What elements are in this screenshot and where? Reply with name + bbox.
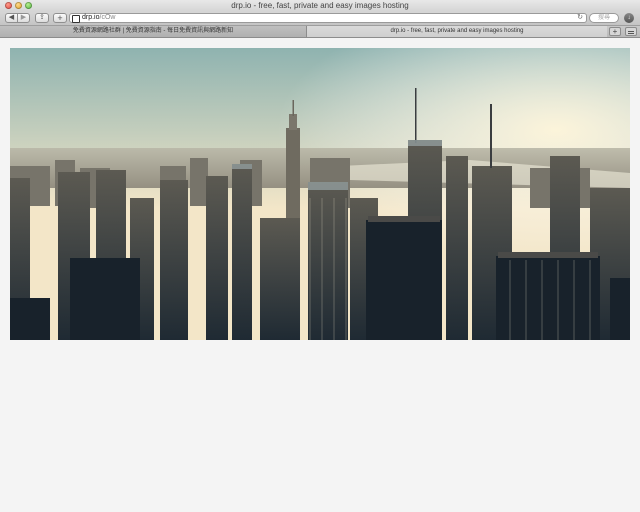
forward-button[interactable]: ▶ — [17, 13, 30, 23]
back-icon: ◀ — [8, 14, 15, 21]
tab-bar: 免費資源網路社群 | 免費資源指南 - 每日免費資訊與網路新知 drp.io -… — [0, 26, 640, 38]
url-host: drp.io — [82, 14, 100, 21]
url-path: /cOw — [99, 14, 116, 21]
page-content — [0, 38, 640, 512]
tab-freeresource[interactable]: 免費資源網路社群 | 免費資源指南 - 每日免費資訊與網路新知 — [0, 26, 307, 37]
add-tab-button[interactable]: + — [609, 27, 621, 36]
new-tab-button[interactable]: + — [53, 13, 67, 23]
share-icon: ⇪ — [39, 14, 45, 21]
share-button[interactable]: ⇪ — [35, 13, 49, 23]
url-text: drp.io/cOw — [82, 14, 115, 22]
address-bar[interactable]: drp.io/cOw ↻ — [69, 13, 587, 23]
browser-toolbar: ◀ ▶ ⇪ + drp.io/cOw ↻ 搜尋 ↓ — [0, 12, 640, 26]
tab-drpio[interactable]: drp.io - free, fast, private and easy im… — [307, 26, 607, 37]
reload-icon[interactable]: ↻ — [577, 14, 583, 22]
search-field[interactable]: 搜尋 — [589, 13, 619, 23]
city-skyline-photo[interactable] — [10, 48, 630, 340]
tab-overview-icon[interactable] — [625, 27, 637, 36]
window-titlebar: drp.io - free, fast, private and easy im… — [0, 0, 640, 12]
window-title: drp.io - free, fast, private and easy im… — [231, 1, 409, 10]
site-favicon — [72, 15, 80, 23]
downloads-icon[interactable]: ↓ — [624, 13, 634, 23]
skyline-illustration — [10, 48, 630, 340]
forward-icon: ▶ — [20, 14, 27, 21]
new-tab-icon: + — [57, 13, 63, 23]
